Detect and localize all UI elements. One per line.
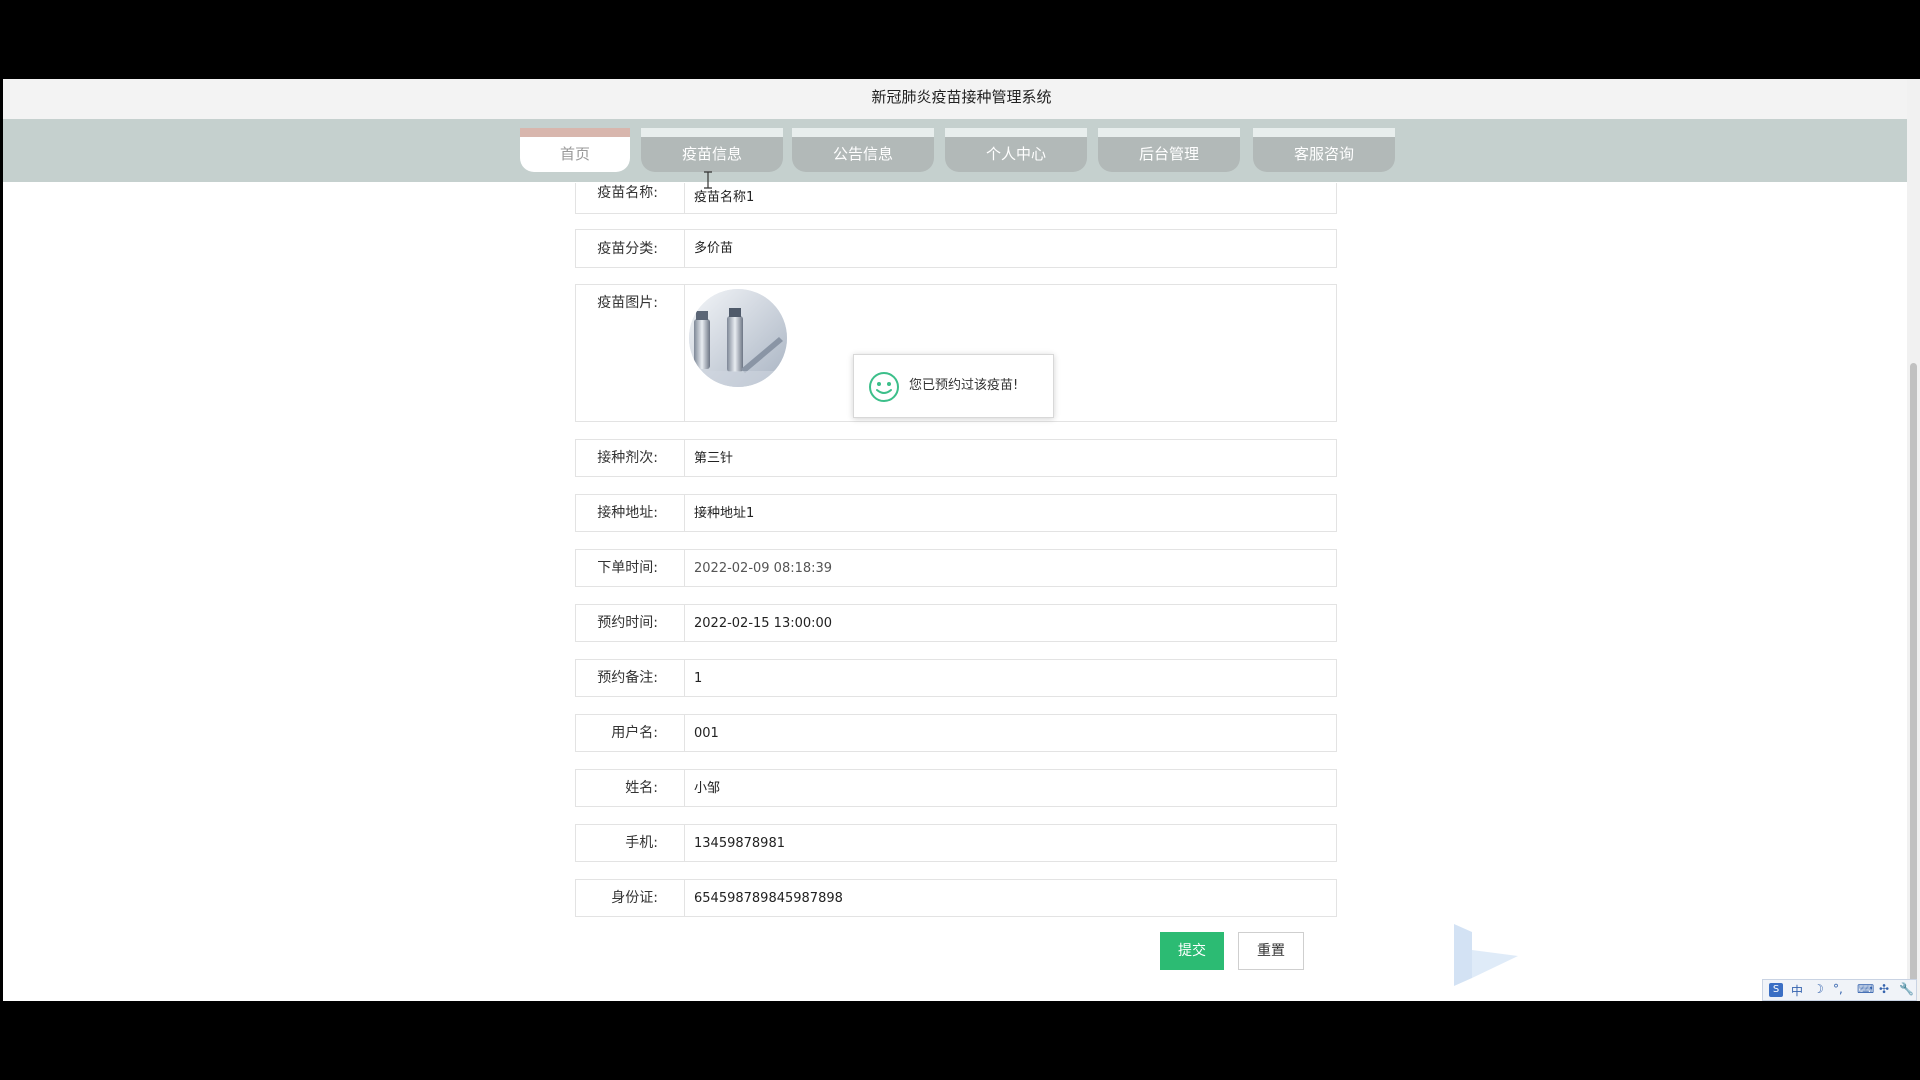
- tab-admin[interactable]: 后台管理: [1098, 128, 1240, 172]
- tab-personal-center[interactable]: 个人中心: [945, 128, 1087, 172]
- punctuation-icon[interactable]: °,: [1833, 982, 1843, 996]
- ime-toolbar[interactable]: S 中 ☽ °, ⌨ ✣ 🔧: [1762, 979, 1917, 1001]
- moon-icon[interactable]: ☽: [1813, 982, 1824, 996]
- site-title: 新冠肺炎疫苗接种管理系统: [3, 79, 1920, 119]
- ime-mode[interactable]: 中: [1791, 982, 1803, 999]
- tab-home[interactable]: 首页: [520, 128, 630, 172]
- reset-button[interactable]: 重置: [1238, 932, 1304, 970]
- main-nav: 首页 疫苗信息 公告信息 个人中心 后台管理 客服咨询: [3, 119, 1907, 182]
- keyboard-icon[interactable]: ⌨: [1857, 982, 1874, 996]
- grid-icon[interactable]: ✣: [1879, 982, 1889, 996]
- tab-customer-service[interactable]: 客服咨询: [1253, 128, 1395, 172]
- wrench-icon[interactable]: 🔧: [1899, 982, 1914, 996]
- page-scrollbar[interactable]: [1907, 79, 1920, 1001]
- scroll-thumb[interactable]: [1910, 363, 1917, 983]
- browser-viewport: 新冠肺炎疫苗接种管理系统 首页 疫苗信息 公告信息 个人中心 后台管理 客服咨询: [3, 79, 1920, 1001]
- tab-announcements[interactable]: 公告信息: [792, 128, 934, 172]
- ime-logo-icon: S: [1769, 983, 1783, 997]
- submit-button[interactable]: 提交: [1160, 932, 1224, 970]
- tab-vaccine-info[interactable]: 疫苗信息: [641, 128, 783, 172]
